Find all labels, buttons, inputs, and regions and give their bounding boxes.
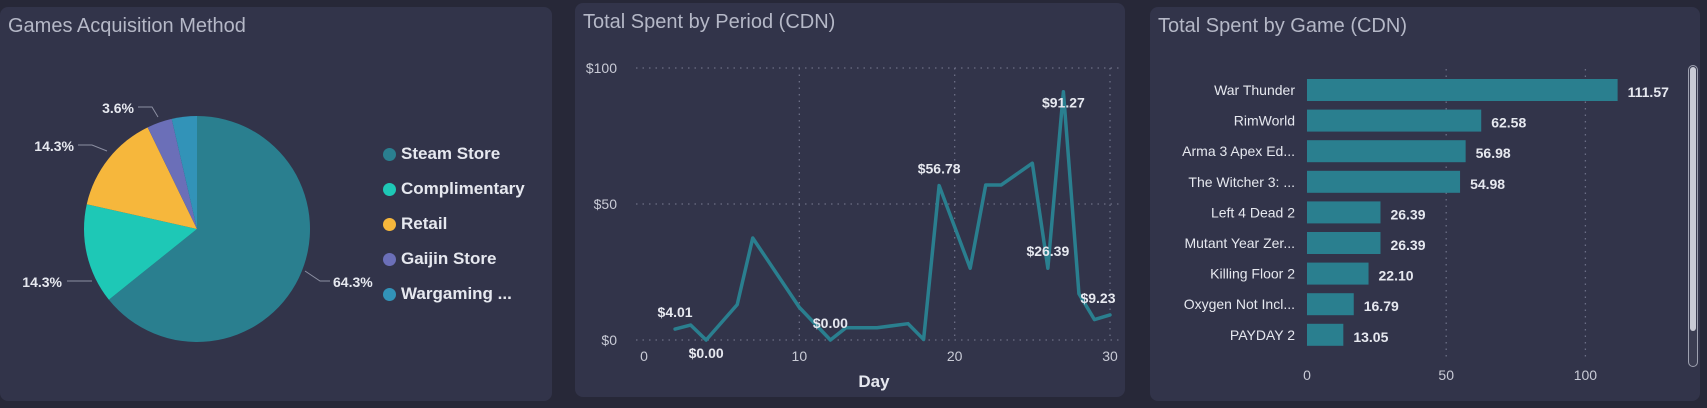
x-tick-label: 20 xyxy=(947,348,963,364)
bar-value-label: 26.39 xyxy=(1390,206,1425,222)
line-data-label: $0.00 xyxy=(813,315,848,331)
bar[interactable] xyxy=(1307,262,1369,285)
legend-swatch xyxy=(383,147,396,161)
x-tick-label: 30 xyxy=(1102,348,1118,364)
spent-by-period-panel: Total Spent by Period (CDN) $0 $50 $100 0 10… xyxy=(575,3,1125,397)
x-tick-label: 10 xyxy=(792,348,808,364)
legend-swatch xyxy=(383,287,396,301)
line-data-label: $9.23 xyxy=(1080,290,1115,306)
bar-category-label: RimWorld xyxy=(1234,113,1295,129)
spent-by-period-line-chart: $0 $50 $100 0 10 20 30 Day $4.01 $0.00 $0.00 $56.78… xyxy=(586,60,1122,391)
bar-value-label: 22.10 xyxy=(1379,268,1414,284)
bar-category-label: PAYDAY 2 xyxy=(1230,327,1295,343)
legend-label: Gaijin Store xyxy=(401,249,497,268)
bar-category-label: Mutant Year Zer... xyxy=(1184,235,1295,251)
spent-by-game-bar-chart: 0 50 100 War Thunder 111.57 RimWorld 62.58 Arma… xyxy=(1182,69,1669,383)
line-data-label: $56.78 xyxy=(918,161,961,177)
legend-item[interactable]: Wargaming ... xyxy=(383,284,512,304)
bar[interactable] xyxy=(1307,323,1344,346)
y-tick-label: $100 xyxy=(586,60,617,76)
legend-swatch xyxy=(383,217,396,231)
bar-value-label: 56.98 xyxy=(1476,145,1511,161)
spent-by-game-panel: Total Spent by Game (CDN) 0 50 100 War Thun… xyxy=(1150,7,1700,401)
bar-chart-scroll-thumb[interactable] xyxy=(1690,67,1696,331)
line-data-label: $91.27 xyxy=(1042,95,1085,111)
y-tick-label: $0 xyxy=(601,332,617,348)
bar-value-label: 54.98 xyxy=(1470,176,1505,192)
bar-value-label: 26.39 xyxy=(1390,237,1425,253)
bar[interactable] xyxy=(1307,109,1482,132)
bar-category-label: Arma 3 Apex Ed... xyxy=(1182,143,1295,159)
bar[interactable] xyxy=(1307,170,1461,193)
bar[interactable] xyxy=(1307,140,1466,163)
bar-value-label: 16.79 xyxy=(1364,298,1399,314)
bar-value-label: 62.58 xyxy=(1491,115,1526,131)
pie-leader-line xyxy=(304,270,330,282)
pie-slice-label: 14.3% xyxy=(34,138,74,154)
acquisition-method-panel: Games Acquisition Method 64.3% 14.3% 14.3%… xyxy=(0,7,552,401)
legend-swatch xyxy=(383,182,396,196)
x-tick-label: 0 xyxy=(640,348,648,364)
bar-value-label: 111.57 xyxy=(1628,84,1669,100)
legend-label: Steam Store xyxy=(401,144,501,163)
bar-category-label: Left 4 Dead 2 xyxy=(1211,204,1295,220)
bar[interactable] xyxy=(1307,232,1381,254)
x-tick-label: 100 xyxy=(1574,367,1598,383)
pie-slice-label: 64.3% xyxy=(333,274,373,290)
bar-category-label: War Thunder xyxy=(1214,82,1295,98)
line-data-label: $4.01 xyxy=(658,304,693,320)
pie-leader-line xyxy=(138,106,159,118)
bar-value-label: 13.05 xyxy=(1353,329,1388,345)
bar-category-label: Oxygen Not Incl... xyxy=(1184,296,1295,312)
line-data-label: $26.39 xyxy=(1026,243,1069,259)
legend-label: Retail xyxy=(401,214,448,233)
pie-leader-line xyxy=(78,144,108,152)
spend-line[interactable] xyxy=(673,89,1112,342)
legend-item[interactable]: Complimentary xyxy=(383,179,525,199)
acquisition-pie-chart: 64.3% 14.3% 14.3% 3.6% xyxy=(22,100,373,342)
y-tick-label: $50 xyxy=(594,196,618,212)
legend-item[interactable]: Steam Store xyxy=(383,144,500,164)
x-axis-label: Day xyxy=(858,372,890,391)
line-data-label: $0.00 xyxy=(689,345,724,361)
legend-label: Complimentary xyxy=(401,179,525,198)
legend-label: Wargaming ... xyxy=(401,284,512,303)
bar-category-label: Killing Floor 2 xyxy=(1210,266,1295,282)
legend-item[interactable]: Retail xyxy=(383,214,447,234)
x-tick-label: 50 xyxy=(1438,367,1454,383)
bar[interactable] xyxy=(1307,79,1618,101)
legend-item[interactable]: Gaijin Store xyxy=(383,249,496,269)
bar[interactable] xyxy=(1307,293,1354,316)
x-tick-label: 0 xyxy=(1303,367,1311,383)
pie-slice-label: 14.3% xyxy=(22,274,62,290)
bar-chart-scrollbar[interactable] xyxy=(1688,65,1698,367)
bar[interactable] xyxy=(1307,201,1381,224)
pie-slice-label: 3.6% xyxy=(102,100,134,116)
bar-category-label: The Witcher 3: ... xyxy=(1188,174,1295,190)
legend-swatch xyxy=(383,252,396,266)
